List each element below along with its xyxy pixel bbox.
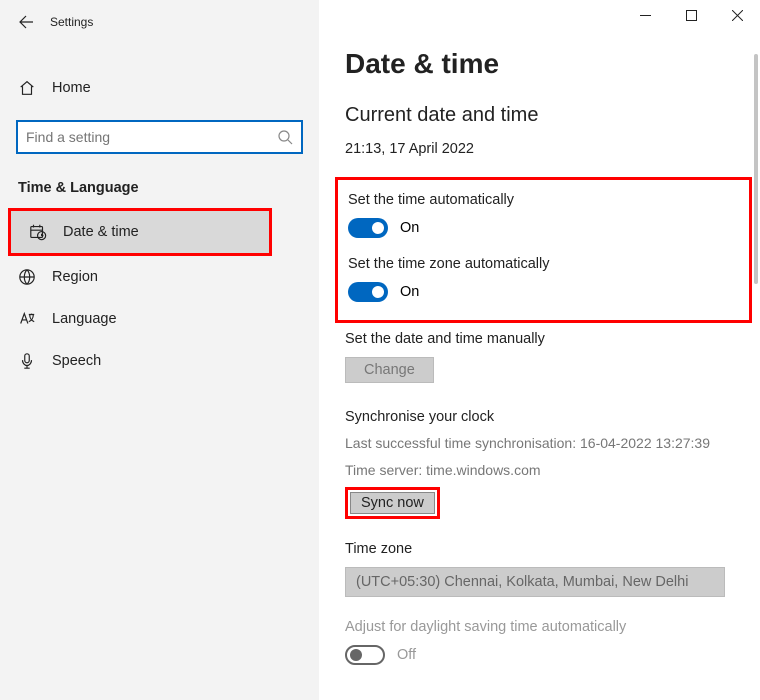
sidebar-category: Time & Language — [0, 162, 319, 208]
change-button: Change — [345, 357, 434, 383]
nav-home[interactable]: Home — [0, 68, 319, 108]
sidebar-item-label: Date & time — [63, 224, 139, 240]
title-bar: Settings — [0, 6, 319, 42]
maximize-button[interactable] — [668, 0, 714, 30]
manual-time-label: Set the date and time manually — [345, 331, 738, 347]
page-subtitle: Current date and time — [345, 104, 738, 127]
window-controls — [622, 0, 760, 30]
tz-select: (UTC+05:30) Chennai, Kolkata, Mumbai, Ne… — [345, 567, 725, 597]
page-title: Date & time — [345, 48, 738, 80]
back-button[interactable] — [14, 10, 38, 34]
sidebar-item-date-time[interactable]: Date & time — [11, 211, 269, 253]
search-input[interactable] — [26, 129, 277, 145]
sync-server-info: Time server: time.windows.com — [345, 460, 738, 481]
microphone-icon — [18, 352, 36, 370]
sidebar-item-region[interactable]: Region — [0, 256, 319, 298]
scrollbar[interactable] — [754, 54, 758, 284]
current-datetime: 21:13, 17 April 2022 — [345, 141, 738, 157]
sidebar-item-label: Speech — [52, 353, 101, 369]
sidebar-item-speech[interactable]: Speech — [0, 340, 319, 382]
sidebar: Settings Home Time & Language Date & tim… — [0, 0, 319, 700]
calendar-icon — [29, 223, 47, 241]
highlight-date-time-nav: Date & time — [8, 208, 272, 256]
search-box[interactable] — [16, 120, 303, 154]
auto-time-state: On — [400, 220, 419, 236]
globe-icon — [18, 268, 36, 286]
language-icon — [18, 310, 36, 328]
sidebar-item-language[interactable]: Language — [0, 298, 319, 340]
dst-label: Adjust for daylight saving time automati… — [345, 619, 738, 635]
highlight-sync-now: Sync now — [345, 487, 440, 519]
sidebar-item-label: Region — [52, 269, 98, 285]
home-icon — [18, 79, 36, 97]
sync-title: Synchronise your clock — [345, 409, 738, 425]
nav-home-label: Home — [52, 80, 91, 96]
sync-last-info: Last successful time synchronisation: 16… — [345, 433, 738, 454]
dst-toggle — [345, 645, 385, 665]
highlight-auto-time-group: Set the time automatically On Set the ti… — [335, 177, 752, 323]
main-panel: Date & time Current date and time 21:13,… — [319, 0, 760, 700]
auto-tz-label: Set the time zone automatically — [348, 256, 735, 272]
tz-title: Time zone — [345, 541, 738, 557]
dst-state: Off — [397, 647, 416, 663]
sidebar-item-label: Language — [52, 311, 117, 327]
auto-tz-state: On — [400, 284, 419, 300]
auto-time-toggle[interactable] — [348, 218, 388, 238]
sync-now-button[interactable]: Sync now — [350, 492, 435, 514]
auto-tz-toggle[interactable] — [348, 282, 388, 302]
window-title: Settings — [50, 15, 93, 29]
search-icon — [277, 129, 293, 145]
auto-time-label: Set the time automatically — [348, 192, 735, 208]
close-button[interactable] — [714, 0, 760, 30]
minimize-button[interactable] — [622, 0, 668, 30]
